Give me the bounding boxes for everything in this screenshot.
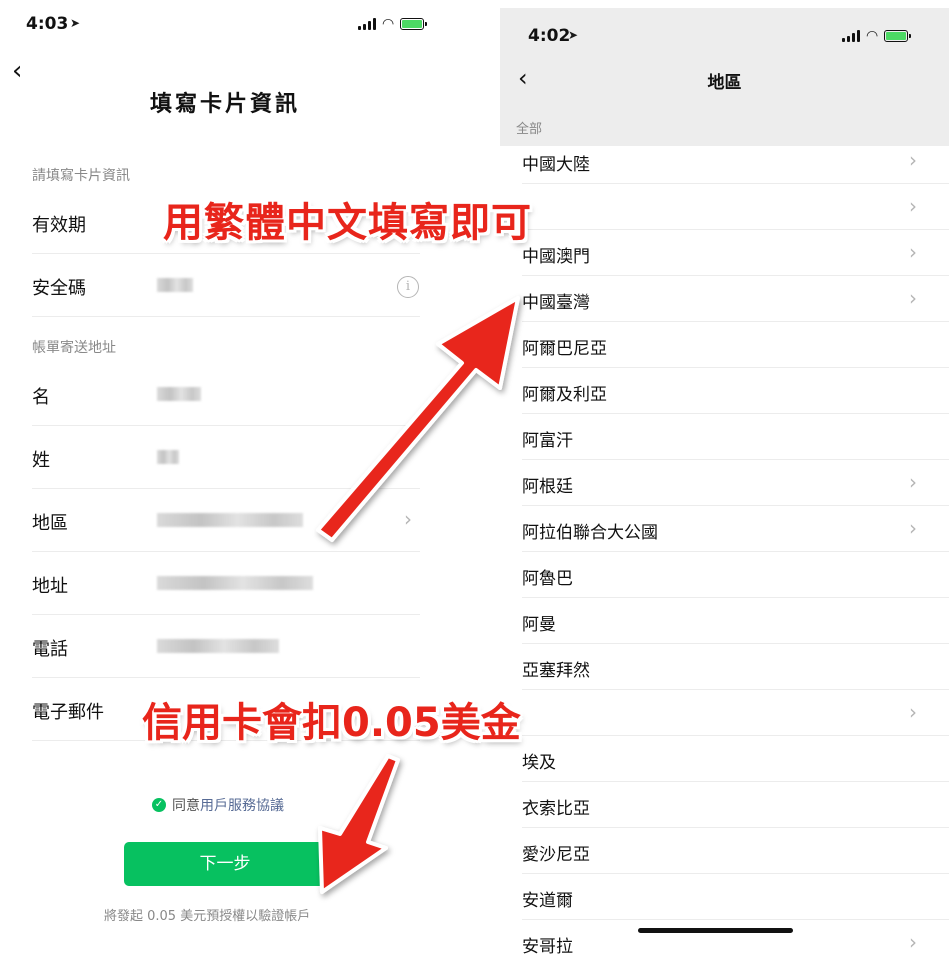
annotation-traditional-chinese: 用繁體中文填寫即可 [163, 200, 532, 246]
region-name: 阿爾巴尼亞 [522, 339, 607, 359]
phone-label: 電話 [32, 639, 68, 660]
battery-icon [884, 30, 912, 42]
region-item[interactable]: 阿曼 [500, 598, 949, 644]
chevron-right-icon: › [404, 507, 412, 531]
agreement-row[interactable]: ✓ 同意用戶服務協議 [152, 795, 284, 815]
status-bar-left: 4:03 ➤ ◠ [0, 0, 450, 50]
signal-icon [842, 30, 860, 42]
blurred-value [157, 576, 313, 590]
last-name-field[interactable]: 姓 [32, 426, 420, 489]
terms-link[interactable]: 用戶服務協議 [200, 798, 284, 814]
region-name: 阿曼 [522, 615, 556, 635]
chevron-right-icon: › [909, 240, 917, 264]
region-name: 阿拉伯聯合大公國 [522, 523, 658, 543]
chevron-right-icon: › [909, 930, 917, 954]
status-time: 4:03 [26, 14, 69, 34]
region-name: 安哥拉 [522, 937, 573, 957]
region-field[interactable]: 地區 › [32, 489, 420, 552]
region-item[interactable]: 阿爾及利亞 [500, 368, 949, 414]
region-item[interactable]: 愛沙尼亞 [500, 828, 949, 874]
cvv-label: 安全碼 [32, 278, 86, 299]
region-name: 中國大陸 [522, 155, 590, 175]
phone-field[interactable]: 電話 [32, 615, 420, 678]
page-title: 地區 [707, 73, 742, 93]
chevron-right-icon: › [909, 286, 917, 310]
region-name: 阿根廷 [522, 477, 573, 497]
region-item[interactable]: › [500, 184, 949, 230]
chevron-right-icon: › [909, 700, 917, 724]
region-name: 安道爾 [522, 891, 573, 911]
chevron-right-icon: › [909, 194, 917, 218]
email-label: 電子郵件 [32, 702, 104, 723]
region-item[interactable]: 中國澳門 › [500, 230, 949, 276]
blurred-value [157, 387, 201, 401]
blurred-value [157, 278, 193, 292]
region-name: 阿爾及利亞 [522, 385, 607, 405]
signal-icon [358, 18, 376, 30]
region-item[interactable]: 中國大陸 › [500, 138, 949, 184]
info-icon[interactable]: i [397, 276, 419, 298]
first-name-field[interactable]: 名 [32, 363, 420, 426]
annotation-charge-note: 信用卡會扣0.05美金 [142, 700, 521, 746]
region-item[interactable]: 埃及 [500, 736, 949, 782]
status-time: 4:02 [528, 26, 571, 46]
address-field[interactable]: 地址 [32, 552, 420, 615]
region-label: 地區 [32, 513, 68, 534]
agree-prefix: 同意 [172, 798, 200, 814]
first-name-label: 名 [32, 387, 50, 408]
location-icon: ➤ [70, 16, 81, 30]
location-icon: ➤ [568, 28, 579, 42]
region-name: 阿魯巴 [522, 569, 573, 589]
blurred-value [157, 450, 179, 464]
region-item[interactable]: 中國臺灣 › [500, 276, 949, 322]
region-name: 衣索比亞 [522, 799, 590, 819]
group-label: 全部 [516, 122, 543, 137]
wifi-icon: ◠ [382, 16, 395, 32]
wifi-icon: ◠ [866, 28, 879, 44]
region-item[interactable]: › [500, 690, 949, 736]
region-name: 愛沙尼亞 [522, 845, 590, 865]
region-name: 亞塞拜然 [522, 661, 590, 681]
region-item[interactable]: 亞塞拜然 [500, 644, 949, 690]
chevron-right-icon: › [909, 148, 917, 172]
blurred-value [157, 639, 279, 653]
check-circle-icon[interactable]: ✓ [152, 798, 166, 812]
last-name-label: 姓 [32, 450, 50, 471]
address-label: 地址 [32, 576, 68, 597]
status-icons: ◠ [358, 16, 428, 32]
region-item[interactable]: 安哥拉 › [500, 920, 949, 960]
region-name: 中國澳門 [522, 247, 590, 267]
home-indicator [638, 928, 793, 933]
region-item[interactable]: 阿魯巴 [500, 552, 949, 598]
expiry-label: 有效期 [32, 215, 86, 236]
region-name: 阿富汗 [522, 431, 573, 451]
region-item[interactable]: 阿根廷 › [500, 460, 949, 506]
next-button[interactable]: 下一步 [124, 842, 326, 886]
card-info-screen: 4:03 ➤ ◠ ‹ 填寫卡片資訊 請填寫卡片資訊 有效期 安全碼 i 帳單寄送… [0, 0, 450, 960]
region-name: 中國臺灣 [522, 293, 590, 313]
chevron-right-icon: › [909, 470, 917, 494]
section-address-label: 帳單寄送地址 [32, 340, 116, 356]
region-name: 埃及 [522, 753, 556, 773]
back-icon[interactable]: ‹ [12, 58, 22, 84]
chevron-right-icon: › [909, 516, 917, 540]
region-item[interactable]: 阿爾巴尼亞 [500, 322, 949, 368]
preauth-note: 將發起 0.05 美元預授權以驗證帳戶 [104, 909, 311, 924]
region-item[interactable]: 衣索比亞 [500, 782, 949, 828]
cvv-field[interactable]: 安全碼 [32, 254, 420, 317]
blurred-value [157, 513, 303, 527]
status-icons: ◠ [842, 28, 912, 44]
region-item[interactable]: 阿拉伯聯合大公國 › [500, 506, 949, 552]
section-card-label: 請填寫卡片資訊 [32, 168, 130, 184]
region-list: 中國大陸 › › 中國澳門 › 中國臺灣 › 阿爾巴尼亞 阿爾及利亞 阿富汗 阿根廷 › 阿拉伯聯合大公… [500, 138, 949, 960]
nav-bar: 4:02 ➤ ◠ ‹ 地區 全部 [500, 8, 949, 146]
battery-icon [400, 18, 428, 30]
region-item[interactable]: 阿富汗 [500, 414, 949, 460]
page-title: 填寫卡片資訊 [150, 92, 301, 117]
region-select-screen: 4:02 ➤ ◠ ‹ 地區 全部 中國大陸 › › 中國澳門 › 中國臺灣 › 阿爾巴尼亞阿爾… [500, 8, 949, 960]
region-item[interactable]: 安道爾 [500, 874, 949, 920]
